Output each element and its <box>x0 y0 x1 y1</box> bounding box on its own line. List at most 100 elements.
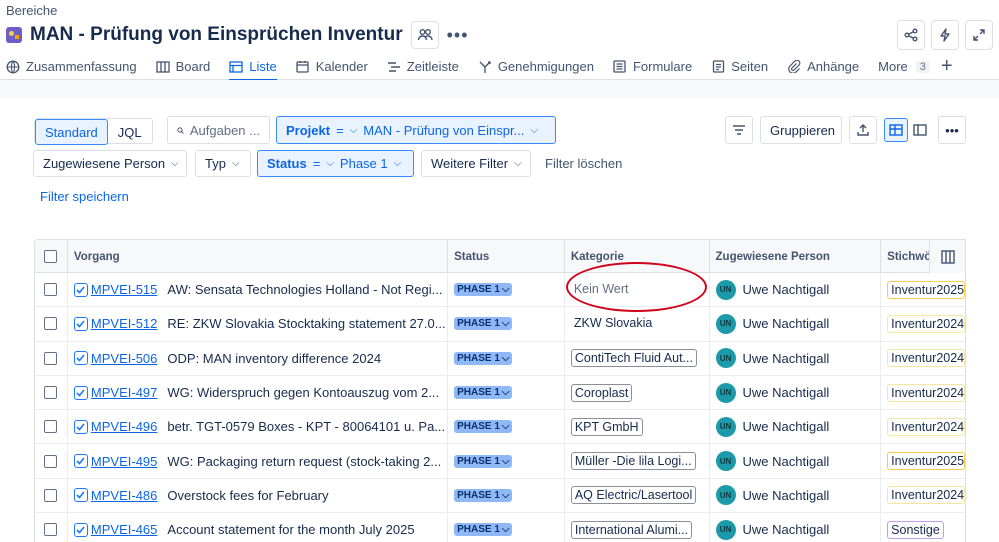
column-header-assignee[interactable]: Zugewiesene Person <box>710 240 882 273</box>
tab-zeitleiste[interactable]: Zeitleiste <box>387 54 459 80</box>
row-checkbox[interactable] <box>44 283 58 297</box>
labels-cell[interactable]: Inventur2025 <box>881 444 965 477</box>
table-row[interactable]: MPVEI-465 Account statement for the month… <box>35 513 965 542</box>
assignee-cell[interactable]: UN Uwe Nachtigall <box>710 273 882 307</box>
issue-key-link[interactable]: MPVEI-465 <box>91 522 157 537</box>
issue-key-link[interactable]: MPVEI-495 <box>91 454 157 469</box>
tab-zusammenfassung[interactable]: Zusammenfassung <box>6 54 137 80</box>
labels-cell[interactable]: Inventur2024 <box>881 410 965 443</box>
issue-key-link[interactable]: MPVEI-512 <box>91 316 157 331</box>
select-all-checkbox[interactable] <box>44 250 58 263</box>
kategorie-cell[interactable]: Coroplast <box>565 375 710 410</box>
jql-mode-button[interactable]: JQL <box>108 119 152 145</box>
assignee-cell[interactable]: UN Uwe Nachtigall <box>710 375 882 410</box>
project-filter-operator[interactable]: = <box>336 123 344 138</box>
status-lozenge[interactable]: PHASE 1 ⌵ <box>454 317 513 331</box>
assignee-cell[interactable]: UN Uwe Nachtigall <box>710 341 882 375</box>
compact-view-button[interactable] <box>884 118 908 142</box>
status-lozenge[interactable]: PHASE 1 ⌵ <box>454 488 513 502</box>
row-checkbox[interactable] <box>44 317 58 331</box>
assignee-cell[interactable]: UN Uwe Nachtigall <box>710 513 882 542</box>
labels-cell[interactable]: Inventur2025 <box>881 273 965 306</box>
status-filter-operator[interactable]: = <box>313 156 321 171</box>
column-header-kategorie[interactable]: Kategorie <box>565 240 710 273</box>
assignee-cell[interactable]: UN Uwe Nachtigall <box>710 307 882 341</box>
tab-anhänge[interactable]: Anhänge <box>787 54 859 80</box>
tab-more[interactable]: More 3 <box>878 54 930 80</box>
export-button[interactable] <box>849 116 877 144</box>
column-header-status[interactable]: Status <box>448 240 565 273</box>
table-row[interactable]: MPVEI-495 WG: Packaging return request (s… <box>35 444 965 479</box>
filter-view-button[interactable] <box>725 116 753 144</box>
row-checkbox[interactable] <box>44 523 58 537</box>
issue-summary[interactable]: WG: Widerspruch gegen Kontoauszug vom 2.… <box>167 385 439 400</box>
kategorie-cell[interactable]: ContiTech Fluid Aut... <box>565 341 710 375</box>
breadcrumb[interactable]: Bereiche <box>6 3 57 18</box>
issue-summary[interactable]: betr. TGT-0579 Boxes - KPT - 80064101 u.… <box>167 419 445 434</box>
standard-mode-button[interactable]: Standard <box>35 119 108 145</box>
labels-cell[interactable]: Inventur2024 <box>881 342 965 375</box>
tab-liste[interactable]: Liste <box>229 54 278 81</box>
add-tab-icon[interactable]: + <box>941 55 953 78</box>
labels-cell[interactable]: Inventur2024 <box>881 307 965 340</box>
table-row[interactable]: MPVEI-515 AW: Sensata Technologies Hollan… <box>35 273 965 308</box>
labels-cell[interactable]: Inventur2024 <box>881 479 965 512</box>
kategorie-cell[interactable]: International Alumi... <box>565 513 710 542</box>
labels-cell[interactable]: Sonstige <box>881 513 965 542</box>
issue-summary[interactable]: Account statement for the month July 202… <box>167 522 414 537</box>
kategorie-cell[interactable]: Müller -Die lila Logi... <box>565 444 710 478</box>
row-checkbox[interactable] <box>44 386 58 400</box>
tab-kalender[interactable]: Kalender <box>296 54 368 80</box>
share-button[interactable] <box>897 20 925 50</box>
tab-board[interactable]: Board <box>155 54 210 80</box>
more-filters-button[interactable]: Weitere Filter ⌵ <box>421 150 531 177</box>
issue-key-link[interactable]: MPVEI-496 <box>91 419 157 434</box>
row-checkbox[interactable] <box>44 488 58 502</box>
kategorie-cell[interactable]: Kein Wert <box>565 273 710 307</box>
row-checkbox[interactable] <box>44 420 58 434</box>
labels-cell[interactable]: Inventur2024 <box>881 376 965 409</box>
table-row[interactable]: MPVEI-497 WG: Widerspruch gegen Kontoausz… <box>35 375 965 411</box>
issue-summary[interactable]: ODP: MAN inventory difference 2024 <box>167 351 381 366</box>
issue-key-link[interactable]: MPVEI-497 <box>91 385 157 400</box>
table-row[interactable]: MPVEI-486 Overstock fees for February PHAS… <box>35 478 965 514</box>
clear-filters-button[interactable]: Filter löschen <box>536 150 628 177</box>
column-header-vorgang[interactable]: Vorgang <box>68 240 449 273</box>
assignee-cell[interactable]: UN Uwe Nachtigall <box>710 478 882 513</box>
search-input[interactable]: Aufgaben ... <box>167 116 270 144</box>
automation-button[interactable] <box>931 20 959 50</box>
issue-summary[interactable]: RE: ZKW Slovakia Stocktaking statement 2… <box>167 316 445 331</box>
issue-key-link[interactable]: MPVEI-486 <box>91 488 157 503</box>
status-lozenge[interactable]: PHASE 1 ⌵ <box>454 283 513 297</box>
table-row[interactable]: MPVEI-506 ODP: MAN inventory difference 2… <box>35 341 965 376</box>
tab-formulare[interactable]: Formulare <box>613 54 692 80</box>
issue-key-link[interactable]: MPVEI-506 <box>91 351 157 366</box>
more-actions-icon[interactable]: ••• <box>447 25 469 46</box>
status-lozenge[interactable]: PHASE 1 ⌵ <box>454 386 513 400</box>
status-filter[interactable]: Status = ⌵ Phase 1 ⌵ <box>257 150 414 177</box>
save-filter-link[interactable]: Filter speichern <box>40 189 129 204</box>
status-lozenge[interactable]: PHASE 1 ⌵ <box>454 454 513 468</box>
assignee-cell[interactable]: UN Uwe Nachtigall <box>710 444 882 478</box>
column-picker-button[interactable] <box>929 240 965 273</box>
issue-summary[interactable]: Overstock fees for February <box>167 488 328 503</box>
assignee-filter[interactable]: Zugewiesene Person ⌵ <box>33 150 187 177</box>
tab-seiten[interactable]: Seiten <box>711 54 768 80</box>
kategorie-cell[interactable]: KPT GmbH <box>565 410 710 444</box>
assignee-cell[interactable]: UN Uwe Nachtigall <box>710 410 882 444</box>
team-button[interactable] <box>410 21 439 49</box>
issue-summary[interactable]: WG: Packaging return request (stock-taki… <box>167 454 441 469</box>
kategorie-cell[interactable]: AQ Electric/Lasertool <box>565 478 710 513</box>
status-lozenge[interactable]: PHASE 1 ⌵ <box>454 351 513 365</box>
tab-genehmigungen[interactable]: Genehmigungen <box>478 54 594 80</box>
table-row[interactable]: MPVEI-512 RE: ZKW Slovakia Stocktaking st… <box>35 307 965 342</box>
row-checkbox[interactable] <box>44 351 58 365</box>
row-checkbox[interactable] <box>44 454 58 468</box>
status-lozenge[interactable]: PHASE 1 ⌵ <box>454 523 513 537</box>
group-by-button[interactable]: Gruppieren <box>760 116 842 144</box>
status-lozenge[interactable]: PHASE 1 ⌵ <box>454 420 513 434</box>
issue-summary[interactable]: AW: Sensata Technologies Holland - Not R… <box>167 282 442 297</box>
project-filter[interactable]: Projekt = ⌵ MAN - Prüfung von Einspr... ⌵ <box>276 116 556 144</box>
detail-view-button[interactable] <box>909 118 931 142</box>
kategorie-cell[interactable]: ZKW Slovakia <box>565 307 710 341</box>
